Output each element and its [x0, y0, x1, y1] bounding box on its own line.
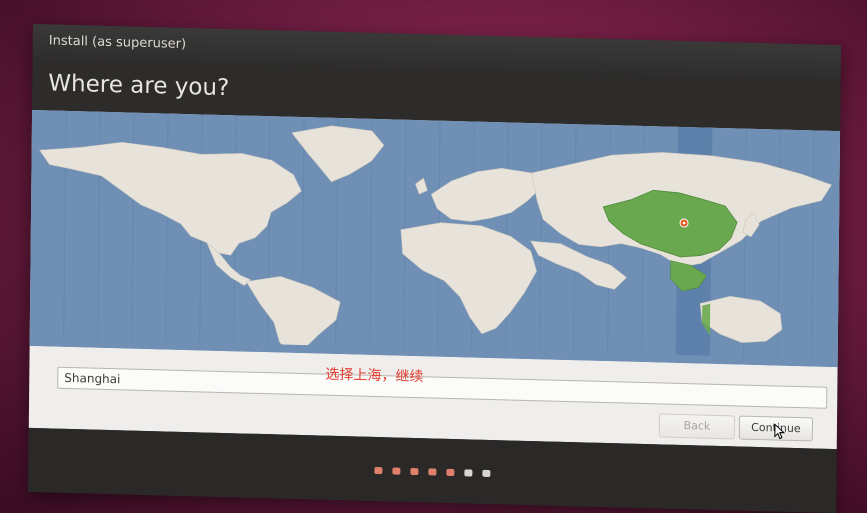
world-map-svg: [29, 109, 841, 368]
content-area: 选择上海，继续 Back Continue: [28, 109, 841, 450]
page-title: Where are you?: [48, 70, 230, 102]
progress-dot-7: [482, 469, 491, 477]
progress-dot-5: [446, 468, 455, 477]
back-button[interactable]: Back: [658, 413, 736, 440]
progress-dots: [28, 458, 836, 486]
window-title: Install (as superuser): [48, 33, 187, 53]
back-button-label: Back: [683, 419, 711, 433]
timezone-map[interactable]: [29, 109, 841, 368]
progress-dot-1: [374, 466, 383, 475]
progress-dot-2: [392, 467, 401, 475]
location-input[interactable]: [57, 366, 828, 409]
location-pin-icon: [679, 218, 689, 228]
progress-dot-6: [464, 469, 473, 477]
installer-window: Install (as superuser) Where are you? Sh…: [28, 24, 841, 513]
progress-dot-3: [410, 467, 419, 476]
red-annotation-text: 选择上海，继续: [325, 366, 424, 386]
progress-dot-4: [428, 468, 437, 476]
mouse-cursor-icon: [774, 423, 786, 440]
